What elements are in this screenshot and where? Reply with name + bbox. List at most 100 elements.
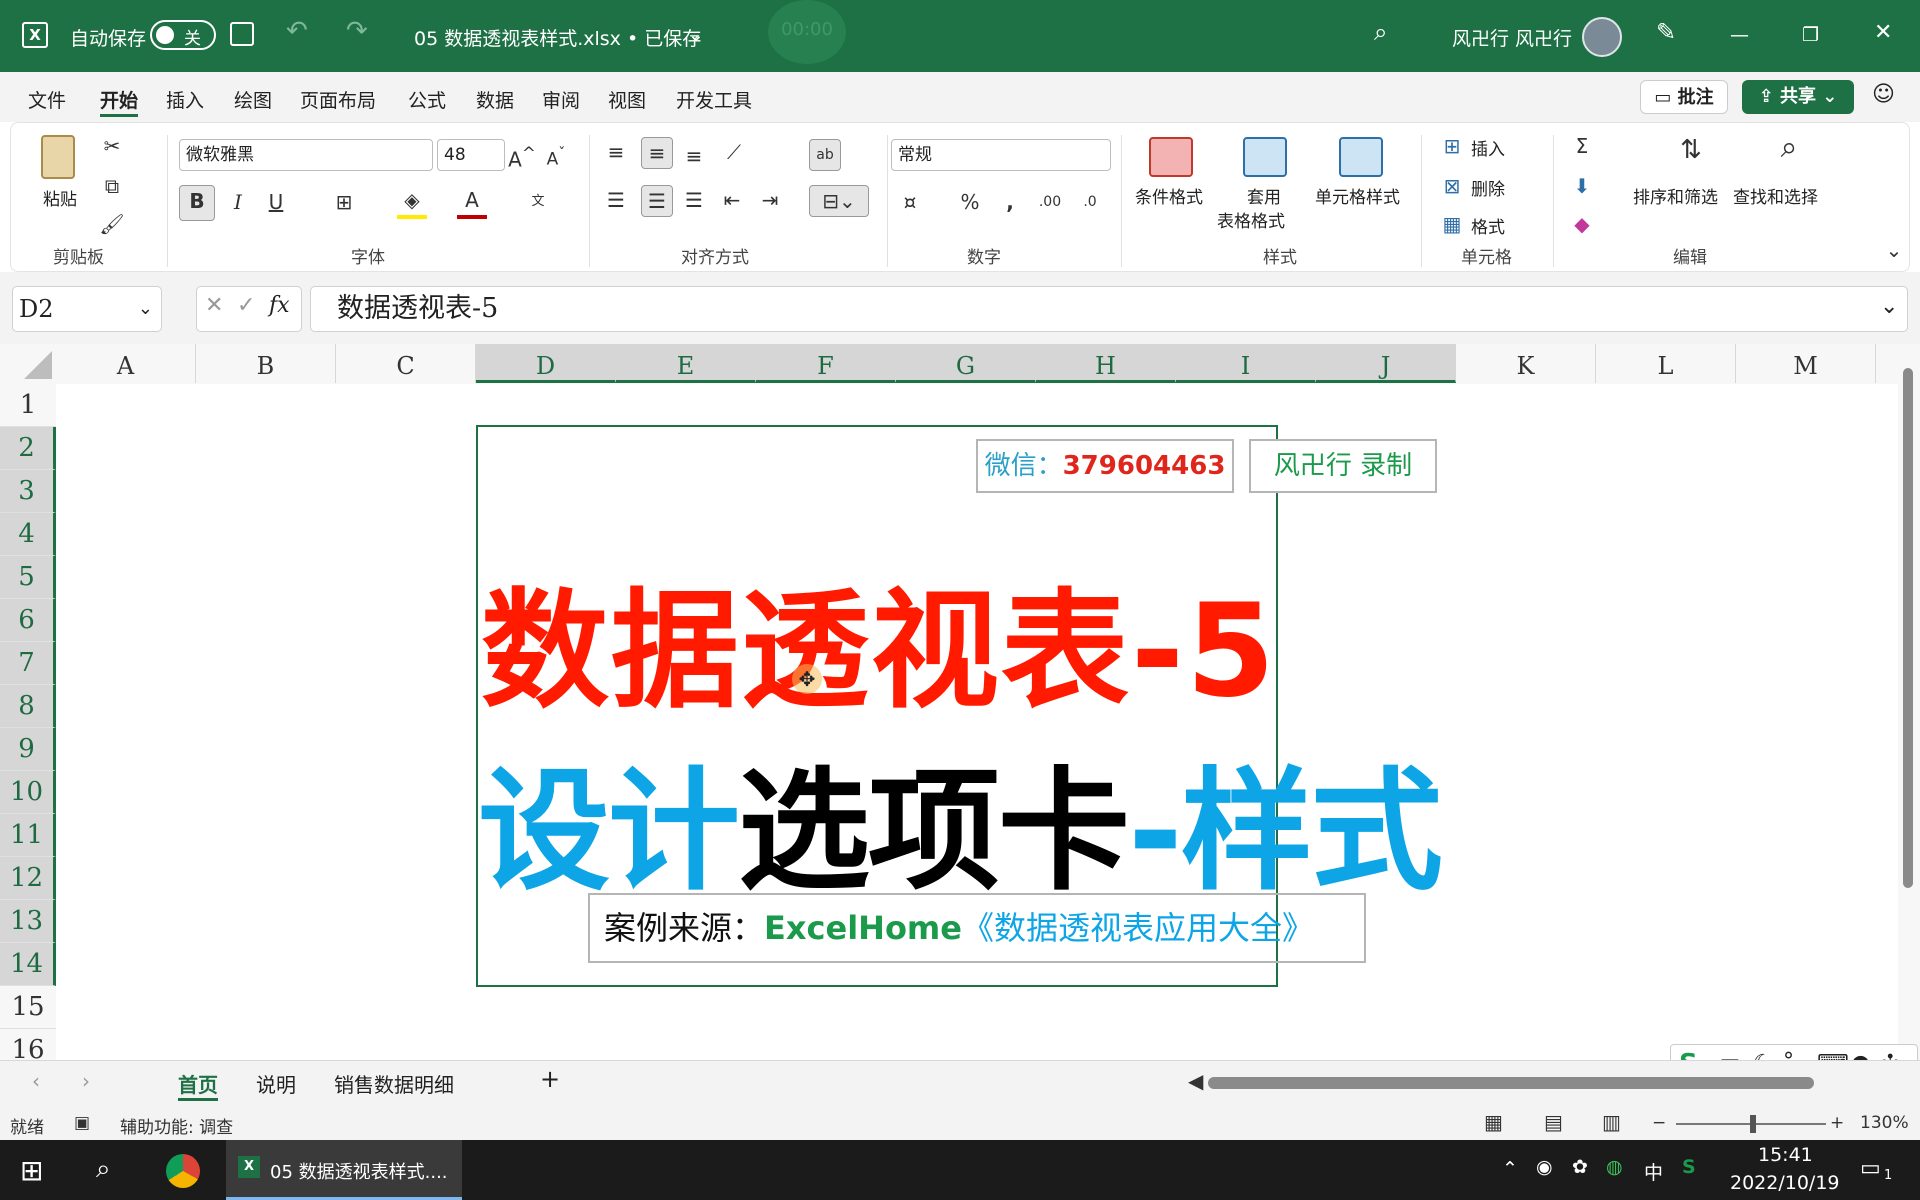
undo-icon[interactable]: ↶ <box>286 16 308 46</box>
column-k[interactable]: K <box>1456 344 1596 383</box>
ime-language[interactable]: 中 <box>1644 1158 1663 1185</box>
row-8[interactable]: 8 <box>0 685 56 728</box>
align-middle-icon[interactable]: ≡ <box>641 137 673 169</box>
sort-filter-button[interactable]: 排序和筛选 <box>1633 183 1718 208</box>
format-as-table-label-2[interactable]: 表格格式 <box>1217 207 1285 232</box>
menu-developer[interactable]: 开发工具 <box>676 86 752 113</box>
italic-button[interactable]: I <box>223 187 253 217</box>
menu-formulas[interactable]: 公式 <box>408 86 446 113</box>
orientation-icon[interactable]: ⟋ <box>719 137 749 167</box>
zoom-in-icon[interactable]: + <box>1830 1113 1844 1133</box>
wechat-icon[interactable]: ◍ <box>1606 1156 1623 1178</box>
paste-button[interactable]: 粘贴 <box>43 185 77 210</box>
collapse-ribbon-icon[interactable]: ⌄ <box>1879 235 1909 265</box>
cut-icon[interactable]: ✂ <box>97 131 127 161</box>
autosum-icon[interactable]: Σ <box>1567 131 1597 161</box>
next-sheet-icon[interactable]: › <box>82 1069 90 1093</box>
column-c[interactable]: C <box>336 344 476 383</box>
row-6[interactable]: 6 <box>0 599 56 642</box>
sort-filter-icon[interactable]: ⇅ <box>1669 135 1713 165</box>
decrease-indent-icon[interactable]: ⇤ <box>717 185 747 215</box>
menu-file[interactable]: 文件 <box>28 86 66 113</box>
zoom-slider-thumb[interactable] <box>1750 1115 1756 1133</box>
increase-decimal-icon[interactable]: .00 <box>1035 187 1065 217</box>
menu-review[interactable]: 审阅 <box>542 86 580 113</box>
cell-styles-button[interactable]: 单元格样式 <box>1315 183 1400 208</box>
sogou-tray-icon[interactable]: S <box>1682 1156 1696 1178</box>
fill-color-icon[interactable]: ◈ <box>397 185 427 219</box>
row-12[interactable]: 12 <box>0 857 56 900</box>
clock-date[interactable]: 2022/10/19 <box>1730 1172 1840 1194</box>
align-center-icon[interactable]: ☰ <box>641 185 673 217</box>
worksheet-area[interactable]: 微信：379604463 数据透视表-5 设计选项卡-样式 案例来源：Excel… <box>56 384 1898 1060</box>
file-title[interactable]: 05 数据透视表样式.xlsx • 已保存 <box>414 24 701 51</box>
row-3[interactable]: 3 <box>0 470 56 513</box>
align-bottom-icon[interactable]: ≡ <box>679 141 709 171</box>
tray-app-icon[interactable]: ◉ <box>1536 1156 1553 1178</box>
chevron-down-icon[interactable]: ⌄ <box>688 24 704 46</box>
autosave-toggle[interactable]: 关 <box>150 20 216 50</box>
font-size-select[interactable]: 48 <box>437 139 505 171</box>
minimize-icon[interactable]: — <box>1730 24 1749 46</box>
scroll-left-icon[interactable]: ◀ <box>1188 1069 1203 1093</box>
align-right-icon[interactable]: ☰ <box>679 185 709 215</box>
column-i[interactable]: I <box>1176 344 1316 383</box>
comment-button[interactable]: ▭ 批注 <box>1640 80 1728 114</box>
font-color-icon[interactable]: A <box>457 185 487 219</box>
enter-icon[interactable]: ✓ <box>237 293 255 318</box>
find-select-icon[interactable]: ⌕ <box>1767 133 1811 163</box>
row-5[interactable]: 5 <box>0 556 56 599</box>
delete-cells-icon[interactable]: ⊠ <box>1437 171 1467 201</box>
vertical-scroll-thumb[interactable] <box>1903 368 1913 888</box>
row-4[interactable]: 4 <box>0 513 56 556</box>
column-l[interactable]: L <box>1596 344 1736 383</box>
row-10[interactable]: 10 <box>0 771 56 814</box>
prev-sheet-icon[interactable]: ‹ <box>32 1069 40 1093</box>
conditional-format-icon[interactable] <box>1149 137 1193 177</box>
menu-data[interactable]: 数据 <box>476 86 514 113</box>
column-m[interactable]: M <box>1736 344 1876 383</box>
align-top-icon[interactable]: ≡ <box>601 137 631 167</box>
feedback-icon[interactable]: ☺ <box>1872 82 1895 107</box>
avatar[interactable] <box>1582 17 1622 57</box>
row-2[interactable]: 2 <box>0 427 56 470</box>
find-select-button[interactable]: 查找和选择 <box>1733 183 1818 208</box>
increase-indent-icon[interactable]: ⇥ <box>755 185 785 215</box>
percent-icon[interactable]: % <box>955 187 985 217</box>
restore-icon[interactable]: ❐ <box>1802 24 1819 46</box>
menu-view[interactable]: 视图 <box>608 86 646 113</box>
tray-flower-icon[interactable]: ✿ <box>1572 1156 1588 1178</box>
close-icon[interactable]: ✕ <box>1874 20 1892 45</box>
decrease-font-icon[interactable]: Aˇ <box>541 139 571 170</box>
column-d[interactable]: D <box>476 344 616 383</box>
cell-styles-icon[interactable] <box>1339 137 1383 177</box>
formula-input[interactable]: 数据透视表-5 <box>310 286 1908 332</box>
comma-icon[interactable]: , <box>995 187 1025 217</box>
menu-page-layout[interactable]: 页面布局 <box>300 86 376 113</box>
search-icon[interactable]: ⌕ <box>96 1154 111 1185</box>
fill-icon[interactable]: ⬇ <box>1567 171 1597 201</box>
windows-start-icon[interactable]: ⊞ <box>20 1154 43 1187</box>
number-format-select[interactable]: 常规 <box>891 139 1111 171</box>
column-f[interactable]: F <box>756 344 896 383</box>
format-as-table-icon[interactable] <box>1243 137 1287 177</box>
row-15[interactable]: 15 <box>0 986 56 1029</box>
format-cells-button[interactable]: 格式 <box>1471 213 1505 238</box>
row-1[interactable]: 1 <box>0 384 56 427</box>
chevron-down-icon[interactable]: ⌄ <box>138 287 153 331</box>
macro-record-icon[interactable]: ▣ <box>74 1113 90 1133</box>
align-left-icon[interactable]: ☰ <box>601 185 631 215</box>
merge-center-icon[interactable]: ⊟⌄ <box>809 185 869 217</box>
paste-icon[interactable] <box>41 135 75 179</box>
border-icon[interactable]: ⊞ <box>329 187 359 217</box>
decrease-decimal-icon[interactable]: .0 <box>1075 187 1105 217</box>
sheet-tab-sales-detail[interactable]: 销售数据明细 <box>334 1069 454 1098</box>
menu-draw[interactable]: 绘图 <box>234 86 272 113</box>
conditional-format-button[interactable]: 条件格式 <box>1135 183 1203 208</box>
font-name-select[interactable]: 微软雅黑 <box>179 139 433 171</box>
excel-taskbar-button[interactable]: X 05 数据透视表样式.... <box>226 1140 462 1200</box>
column-b[interactable]: B <box>196 344 336 383</box>
accessibility-status[interactable]: 辅助功能: 调查 <box>120 1113 233 1138</box>
accounting-icon[interactable]: ¤ <box>895 187 925 217</box>
add-sheet-icon[interactable]: + <box>540 1065 560 1093</box>
